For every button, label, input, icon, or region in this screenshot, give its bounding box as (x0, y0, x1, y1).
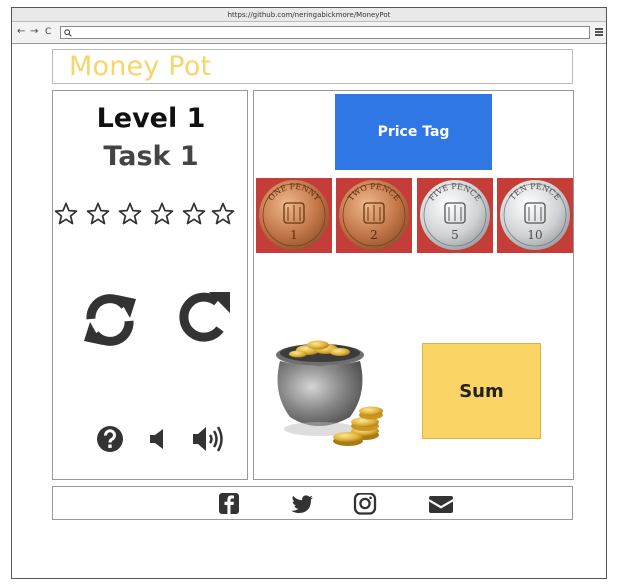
price-tag-button[interactable]: Price Tag (335, 94, 492, 170)
money-pot-image (276, 340, 383, 446)
two-pence-coin[interactable]: TWO PENCE 2 (336, 178, 412, 253)
url-text: https://github.com/neringabickmore/Money… (227, 11, 391, 19)
star-rating (54, 202, 244, 226)
sum-box[interactable]: Sum (422, 343, 541, 439)
price-tag-label: Price Tag (377, 124, 450, 140)
back-button[interactable]: ← (17, 26, 25, 38)
redo-icon[interactable] (175, 289, 233, 347)
search-icon (64, 29, 72, 37)
star-icon (54, 202, 78, 225)
volume-up-icon[interactable] (193, 425, 225, 453)
one-penny-coin[interactable]: ONE PENNY 1 (256, 178, 332, 253)
window-title-bar: https://github.com/neringabickmore/Money… (12, 8, 606, 22)
envelope-icon[interactable] (429, 493, 453, 515)
coin-numeral: 10 (527, 228, 542, 242)
game-board: Price Tag ONE PENNY 1 TWO PENCE 2 FIVE PENCE… (253, 90, 574, 480)
sync-icon[interactable] (81, 293, 139, 347)
question-circle-icon[interactable] (96, 425, 124, 453)
social-footer (52, 486, 573, 520)
star-icon (150, 202, 174, 225)
instagram-icon[interactable] (353, 493, 377, 515)
browser-toolbar: ← → C (12, 22, 606, 44)
star-icon (86, 202, 110, 225)
star-icon (182, 202, 206, 225)
star-icon (118, 202, 142, 225)
reload-button[interactable]: C (45, 26, 51, 38)
coin-icon: TWO PENCE2 (339, 180, 409, 250)
coin-icon: ONE PENNY1 (259, 180, 329, 250)
task-label: Task 1 (103, 141, 199, 172)
brand-title[interactable]: Money Pot (69, 51, 211, 82)
level-label: Level 1 (96, 103, 206, 134)
coin-numeral: 2 (370, 228, 378, 242)
sum-label: Sum (459, 380, 504, 402)
app-header: Money Pot (52, 49, 573, 84)
forward-button[interactable]: → (30, 26, 38, 38)
volume-down-icon[interactable] (150, 428, 166, 450)
coin-numeral: 5 (451, 228, 459, 242)
hamburger-menu-icon[interactable] (595, 28, 603, 37)
facebook-icon[interactable] (217, 493, 241, 515)
coin-icon: FIVE PENCE5 (420, 180, 490, 250)
five-pence-coin[interactable]: FIVE PENCE 5 (417, 178, 493, 253)
address-bar[interactable] (60, 26, 590, 39)
twitter-icon[interactable] (290, 493, 314, 515)
ten-pence-coin[interactable]: TEN PENCE 10 (497, 178, 573, 253)
status-panel: Level 1 Task 1 (52, 90, 248, 480)
coin-icon: TEN PENCE10 (500, 180, 570, 250)
star-icon (211, 202, 235, 225)
coin-numeral: 1 (290, 228, 298, 242)
